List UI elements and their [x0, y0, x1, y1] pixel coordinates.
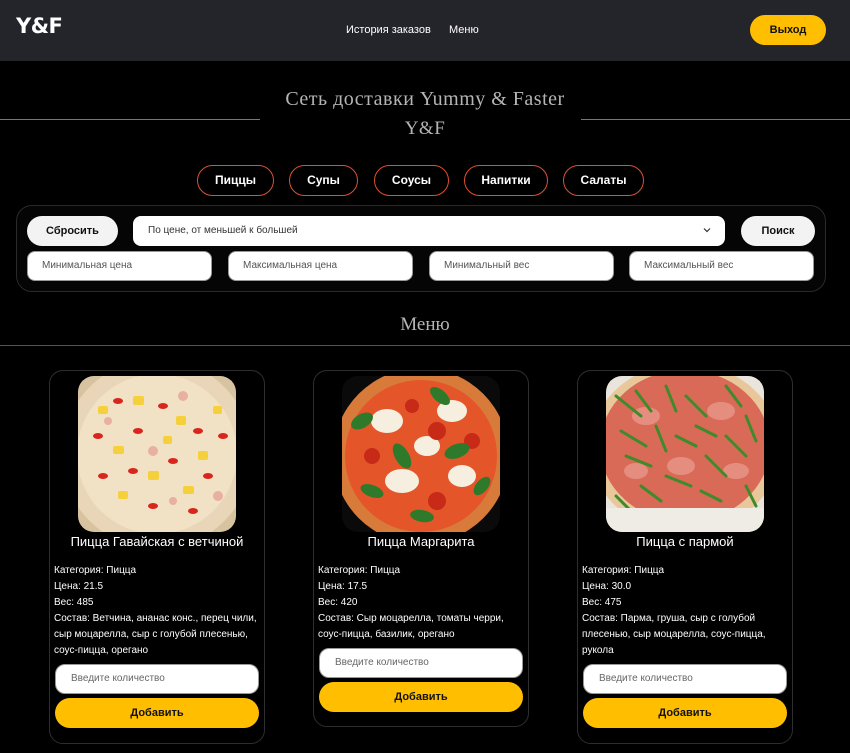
category-salads-button[interactable]: Салаты [563, 165, 644, 196]
quantity-input[interactable]: Введите количество [583, 664, 787, 694]
category-sauces-button[interactable]: Соусы [374, 165, 449, 196]
page-title: Сеть доставки Yummy & Faster [285, 88, 565, 110]
add-to-cart-button[interactable]: Добавить [55, 698, 259, 728]
product-card: Пицца Гавайская с ветчиной Категория: Пи… [49, 370, 265, 744]
pizza-image-margherita [342, 376, 500, 532]
logout-button[interactable]: Выход [750, 15, 826, 45]
product-category: Категория: Пицца [318, 565, 401, 576]
page-subtitle: Y&F [404, 118, 446, 139]
sort-select[interactable]: По цене, от меньшей к большей [133, 216, 725, 246]
max-weight-input[interactable]: Максимальный вес [629, 251, 814, 281]
product-price: Цена: 30.0 [582, 581, 632, 592]
product-price: Цена: 17.5 [318, 581, 368, 592]
add-to-cart-button[interactable]: Добавить [583, 698, 787, 728]
product-category: Категория: Пицца [582, 565, 665, 576]
quantity-input[interactable]: Введите количество [55, 664, 259, 694]
product-name: Пицца с пармой [636, 534, 734, 549]
pizza-image-parma [606, 376, 764, 532]
reset-button[interactable]: Сбросить [27, 216, 118, 246]
logo[interactable]: Y&F [16, 14, 63, 38]
chevron-down-icon [703, 228, 711, 233]
nav-order-history-link[interactable]: История заказов [346, 24, 431, 36]
category-soups-button[interactable]: Супы [289, 165, 358, 196]
menu-section-title: Меню [400, 314, 450, 335]
product-composition: Состав: Ветчина, ананас конс., перец чил… [54, 613, 257, 656]
min-weight-input[interactable]: Минимальный вес [429, 251, 614, 281]
menu-section-divider [0, 345, 850, 346]
min-price-input[interactable]: Минимальная цена [27, 251, 212, 281]
product-category: Категория: Пицца [54, 565, 137, 576]
product-price: Цена: 21.5 [54, 581, 104, 592]
pizza-image-hawaiian [78, 376, 236, 532]
quantity-input[interactable]: Введите количество [319, 648, 523, 678]
product-card: Пицца с пармой Категория: Пицца Цена: 30… [577, 370, 793, 744]
product-name: Пицца Маргарита [367, 534, 475, 549]
top-navbar: Y&F История заказов Меню Выход [0, 0, 850, 61]
product-composition: Состав: Сыр моцарелла, томаты черри, соу… [318, 613, 504, 640]
sort-select-value: По цене, от меньшей к большей [148, 225, 298, 236]
product-weight: Вес: 485 [54, 597, 94, 608]
search-button[interactable]: Поиск [741, 216, 815, 246]
product-name: Пицца Гавайская с ветчиной [70, 534, 244, 549]
product-weight: Вес: 475 [582, 597, 622, 608]
product-composition: Состав: Парма, груша, сыр с голубой плес… [582, 613, 766, 656]
category-drinks-button[interactable]: Напитки [464, 165, 548, 196]
max-price-input[interactable]: Максимальная цена [228, 251, 413, 281]
product-card: Пицца Маргарита Категория: Пицца Цена: 1… [313, 370, 529, 727]
add-to-cart-button[interactable]: Добавить [319, 682, 523, 712]
category-pizza-button[interactable]: Пиццы [197, 165, 274, 196]
product-weight: Вес: 420 [318, 597, 358, 608]
nav-menu-link[interactable]: Меню [449, 24, 479, 36]
